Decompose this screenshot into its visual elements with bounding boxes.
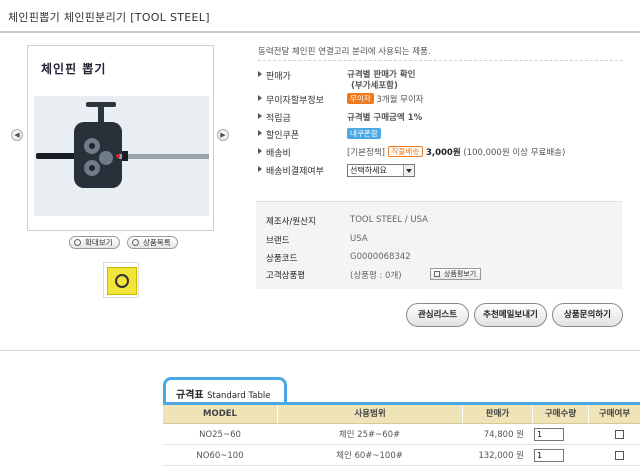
product-list-button[interactable]: 상품목록 <box>127 236 178 249</box>
magnifier-icon <box>74 239 81 246</box>
spec-tab-title-main: 규격표 <box>176 390 204 401</box>
chevron-down-icon <box>403 165 414 176</box>
quantity-input[interactable]: 1 <box>534 449 564 462</box>
payment-row: 배송비결제여부 <box>258 164 348 178</box>
coupon-label: 할인쿠폰 <box>266 131 300 141</box>
prev-image-button[interactable]: ◀ <box>11 129 23 141</box>
spec-tab[interactable]: 규격표 Standard Table <box>163 377 287 404</box>
row-select-cell <box>588 446 640 465</box>
maker-label: 제조사/원산지 <box>266 217 316 227</box>
review-value: (상품평 : 0개) <box>350 271 402 281</box>
product-thumbnail[interactable] <box>103 262 139 298</box>
row-model: NO25~60 <box>199 430 241 440</box>
row-range: 체인 25#~60# <box>338 430 401 440</box>
table-row: NO25~60 체인 25#~60# 74,800 원 1 <box>163 425 640 445</box>
points-value: 규격별 구매금액 1% <box>347 113 423 123</box>
product-list-button-label: 상품목록 <box>143 238 171 247</box>
code-value: G0000068342 <box>350 252 411 262</box>
row-price: 132,000 원 <box>478 451 524 461</box>
spec-tab-title-sub: Standard Table <box>207 391 271 401</box>
view-reviews-label: 상품평보기 <box>444 270 477 278</box>
shipping-badge: 착불배송 <box>387 146 424 157</box>
chain-tool-image <box>34 96 209 216</box>
points-label: 적립금 <box>266 114 291 124</box>
table-row: NO60~100 체인 60#~100# 132,000 원 1 <box>163 446 640 466</box>
bullet-icon <box>258 95 262 101</box>
quantity-input[interactable]: 1 <box>534 428 564 441</box>
product-photo[interactable] <box>34 96 209 216</box>
price-label: 판매가 <box>266 72 291 82</box>
select-value: 선택하세요 <box>350 166 387 175</box>
purchase-checkbox[interactable] <box>615 430 624 439</box>
points-row: 적립금 규격별 구매금액 1% <box>258 111 618 125</box>
document-icon <box>434 271 440 277</box>
interest-value-group: 무이자 3개월 무이자 <box>347 93 424 105</box>
row-price: 74,800 원 <box>483 430 524 440</box>
recommend-mail-button[interactable]: 추천메일보내기 <box>474 303 547 327</box>
payment-label: 배송비결제여부 <box>266 167 324 177</box>
shipping-label: 배송비 <box>266 149 291 159</box>
interest-value: 3개월 무이자 <box>376 95 424 105</box>
brand-value: USA <box>350 234 368 244</box>
wishlist-button[interactable]: 관심리스트 <box>406 303 469 327</box>
col-model: MODEL <box>203 409 237 419</box>
product-info-box: 제조사/원산지 TOOL STEEL / USA 브랜드 USA 상품코드 G0… <box>256 201 622 289</box>
row-qty-cell: 1 <box>532 446 588 465</box>
thumbnail-image <box>107 267 137 295</box>
row-qty-cell: 1 <box>532 425 588 444</box>
col-qty: 구매수량 <box>532 405 588 423</box>
shipping-policy: [기본정책] <box>347 148 385 158</box>
section-divider <box>0 350 640 351</box>
next-image-button[interactable]: ▶ <box>217 129 229 141</box>
chevron-right-icon: ▶ <box>220 131 226 139</box>
interest-badge[interactable]: 무이자 <box>347 93 374 104</box>
row-range: 체인 60#~100# <box>336 451 403 461</box>
view-reviews-button[interactable]: 상품평보기 <box>430 268 482 280</box>
interest-row: 무이자할부정보 무이자 3개월 무이자 <box>258 93 618 107</box>
col-price: 판매가 <box>462 405 532 423</box>
col-select: 구매여부 <box>588 405 640 423</box>
product-inquiry-button[interactable]: 상품문의하기 <box>552 303 623 327</box>
zoom-button-label: 확대보기 <box>85 238 113 247</box>
code-label: 상품코드 <box>266 254 298 264</box>
chevron-left-icon: ◀ <box>14 131 20 139</box>
title-bar: 체인핀뽑기 체인핀분리기 [TOOL STEEL] <box>0 0 640 33</box>
coupon-button[interactable]: 내쿠폰함 <box>347 128 381 139</box>
shipping-value-group: [기본정책] 착불배송 3,000원 (100,000원 이상 무료배송) <box>347 146 565 158</box>
divider <box>258 60 623 61</box>
row-select-cell <box>588 425 640 444</box>
bullet-icon <box>258 113 262 119</box>
page-title: 체인핀뽑기 체인핀분리기 [TOOL STEEL] <box>8 11 210 24</box>
bullet-icon <box>258 130 262 136</box>
coupon-value-group: 내쿠폰함 <box>347 128 381 139</box>
product-description: 동력전달 체인핀 연결고리 분리에 사용되는 제품. <box>258 47 431 57</box>
review-row: 고객상품평 (상품평 : 0개) 상품평보기 <box>266 268 526 281</box>
shipping-price: 3,000원 <box>425 148 461 158</box>
row-model: NO60~100 <box>196 451 244 461</box>
brand-label: 브랜드 <box>266 236 290 246</box>
bullet-icon <box>258 148 262 154</box>
product-image-box: 체인핀 뽑기 <box>27 45 214 231</box>
maker-value: TOOL STEEL / USA <box>350 215 428 225</box>
price-value-line2: (부가세포함) <box>351 81 398 91</box>
spec-table-header: MODEL 사용범위 판매가 구매수량 구매여부 <box>163 405 640 424</box>
image-caption: 체인핀 뽑기 <box>41 62 107 76</box>
coupon-row: 할인쿠폰 내쿠폰함 <box>258 128 618 142</box>
bullet-icon <box>258 71 262 77</box>
col-range: 사용범위 <box>277 405 462 423</box>
shipping-row: 배송비 [기본정책] 착불배송 3,000원 (100,000원 이상 무료배송… <box>258 146 618 160</box>
shipping-note: (100,000원 이상 무료배송) <box>463 148 566 158</box>
tool-mark-icon <box>115 274 129 288</box>
spec-tab-title: 규격표 Standard Table <box>176 386 270 401</box>
bullet-icon <box>258 166 262 172</box>
interest-label: 무이자할부정보 <box>266 96 324 106</box>
zoom-button[interactable]: 확대보기 <box>69 236 120 249</box>
list-icon <box>132 239 139 246</box>
shipping-payment-select[interactable]: 선택하세요 <box>347 164 415 177</box>
purchase-checkbox[interactable] <box>615 451 624 460</box>
price-row: 판매가 규격별 판매가 확인 (부가세포함) <box>258 69 618 95</box>
review-label: 고객상품평 <box>266 271 306 281</box>
